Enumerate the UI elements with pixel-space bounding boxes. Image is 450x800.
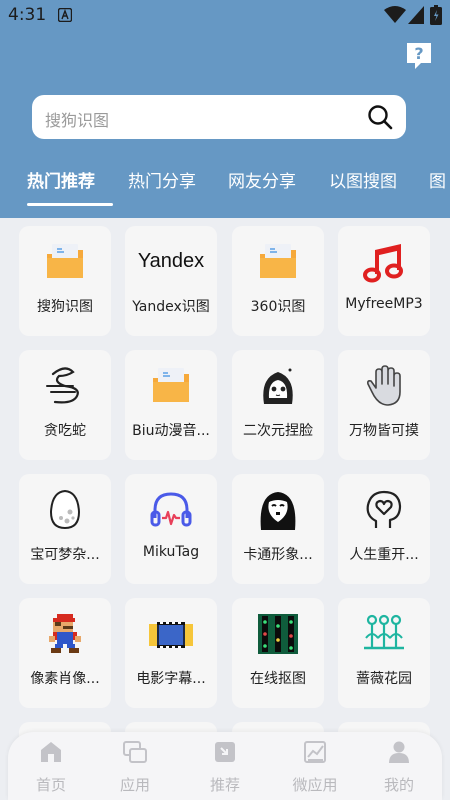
circuit-icon — [258, 614, 298, 654]
user-icon — [389, 741, 409, 763]
ghost-mask-icon — [260, 492, 296, 530]
nav-label: 我的 — [383, 776, 414, 794]
app-label: 二次元捏脸 — [243, 423, 313, 439]
tab-hot-share[interactable]: 热门分享 — [128, 167, 196, 192]
tab-hot-recommend[interactable]: 热门推荐 — [27, 167, 95, 192]
search-placeholder: 搜狗识图 — [45, 111, 110, 130]
svg-text:?: ? — [414, 44, 423, 63]
nav-home[interactable]: 首页 — [8, 732, 94, 800]
header: 4:31 ? 搜狗识图 热门推荐 热门分享 网友分享 以图搜图 图 — [0, 0, 450, 218]
headphones-icon — [150, 492, 192, 527]
yandex-logo: Yandex — [137, 250, 205, 272]
app-label: 宝可梦杂... — [30, 547, 100, 563]
app-label: MikuTag — [142, 544, 200, 560]
search-bar[interactable]: 搜狗识图 — [32, 95, 406, 139]
head-heart-icon — [366, 490, 402, 528]
nav-micro-apps[interactable]: 微应用 — [272, 732, 358, 800]
app-label: 人生重开... — [349, 547, 419, 563]
app-label: 卡通形象... — [243, 547, 313, 563]
signal-icon — [408, 6, 424, 24]
folder-icon — [260, 244, 296, 278]
app-card-touch[interactable]: 万物皆可摸 — [338, 350, 430, 460]
nav-label: 推荐 — [209, 776, 240, 794]
app-card-myfreemp3[interactable]: MyfreeMP3 — [338, 226, 430, 336]
app-label: 万物皆可摸 — [349, 423, 419, 439]
app-card-sogou[interactable]: 搜狗识图 — [19, 226, 111, 336]
app-card-mikutag[interactable]: MikuTag — [125, 474, 217, 584]
app-label: Biu动漫音... — [132, 423, 210, 439]
apps-icon — [123, 741, 147, 763]
help-icon[interactable]: ? — [404, 40, 434, 70]
tab-image-search[interactable]: 以图搜图 — [329, 167, 397, 192]
wifi-icon — [384, 6, 406, 23]
chart-icon — [304, 741, 326, 763]
app-label: 像素肖像... — [30, 671, 100, 687]
app-card-cutout[interactable]: 在线抠图 — [232, 598, 324, 708]
category-tabs: 热门推荐 热门分享 网友分享 以图搜图 图 — [0, 160, 450, 210]
battery-icon — [430, 5, 442, 25]
recommend-icon — [215, 742, 235, 762]
app-card-pixel-portrait[interactable]: 像素肖像... — [19, 598, 111, 708]
app-label: 360识图 — [250, 299, 306, 315]
app-card-life-restart[interactable]: 人生重开... — [338, 474, 430, 584]
bottom-nav: 首页 应用 推荐 微应用 我的 — [8, 732, 442, 800]
nav-profile[interactable]: 我的 — [356, 732, 442, 800]
app-card-subtitle[interactable]: 电影字幕... — [125, 598, 217, 708]
app-label: 搜狗识图 — [37, 299, 93, 315]
nav-recommend[interactable]: 推荐 — [182, 732, 268, 800]
app-label: MyfreeMP3 — [345, 296, 423, 312]
app-card-360[interactable]: 360识图 — [232, 226, 324, 336]
app-card-anime-face[interactable]: 二次元捏脸 — [232, 350, 324, 460]
film-strip-icon — [149, 622, 193, 648]
folder-icon — [153, 368, 189, 402]
app-label: Yandex识图 — [132, 299, 210, 315]
garden-icon — [364, 614, 404, 650]
hand-icon — [367, 365, 401, 406]
app-label: 贪吃蛇 — [44, 423, 86, 439]
a-letter-icon — [58, 8, 72, 22]
app-card-pokemon[interactable]: 宝可梦杂... — [19, 474, 111, 584]
app-card-biu[interactable]: Biu动漫音... — [125, 350, 217, 460]
nav-apps[interactable]: 应用 — [92, 732, 178, 800]
snake-icon — [46, 367, 79, 404]
app-card-cartoon[interactable]: 卡通形象... — [232, 474, 324, 584]
nav-label: 微应用 — [292, 776, 338, 794]
app-label: 电影字幕... — [136, 671, 206, 687]
nav-label: 应用 — [119, 776, 150, 794]
folder-icon — [47, 244, 83, 278]
app-grid: 搜狗识图 Yandex Yandex识图 360识图 MyfreeMP3 贪吃蛇… — [0, 218, 450, 800]
home-icon — [41, 742, 61, 762]
app-card-snake[interactable]: 贪吃蛇 — [19, 350, 111, 460]
tab-user-share[interactable]: 网友分享 — [228, 167, 296, 192]
tab-more[interactable]: 图 — [429, 167, 446, 192]
search-icon[interactable] — [366, 103, 394, 131]
active-tab-indicator — [27, 203, 113, 206]
anime-face-icon — [263, 368, 293, 404]
status-time: 4:31 — [8, 5, 47, 25]
nav-label: 首页 — [35, 776, 66, 794]
pixel-mario-icon — [49, 614, 81, 653]
app-card-garden[interactable]: 蔷薇花园 — [338, 598, 430, 708]
music-note-icon — [363, 244, 403, 283]
app-card-yandex[interactable]: Yandex Yandex识图 — [125, 226, 217, 336]
egg-icon — [49, 489, 81, 530]
status-bar: 4:31 — [0, 0, 450, 30]
app-label: 在线抠图 — [250, 671, 306, 687]
app-label: 蔷薇花园 — [356, 671, 412, 687]
